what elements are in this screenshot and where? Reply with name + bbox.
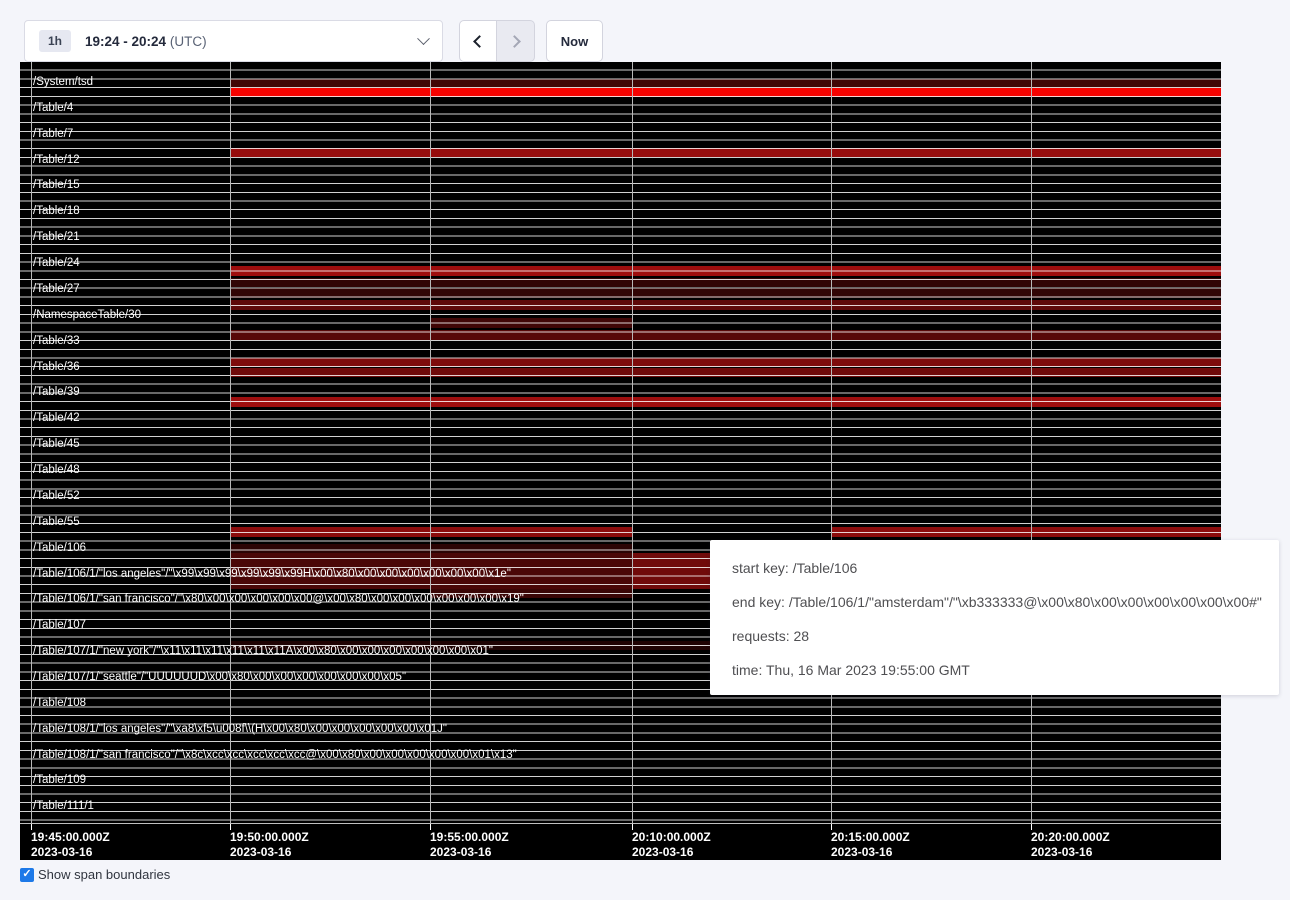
- x-axis-tick-label: 20:10:00.000Z2023-03-16: [632, 830, 711, 859]
- now-button[interactable]: Now: [546, 20, 603, 62]
- x-axis-tick-date: 2023-03-16: [1031, 845, 1110, 860]
- hover-tooltip: start key: /Table/106end key: /Table/106…: [710, 540, 1279, 695]
- row-label: /Table/7: [33, 128, 73, 140]
- check-icon: ✓: [22, 869, 31, 880]
- range-duration-badge: 1h: [39, 30, 71, 52]
- x-axis-tick-label: 19:50:00.000Z2023-03-16: [230, 830, 309, 859]
- x-axis-tick-label: 19:45:00.000Z2023-03-16: [31, 830, 110, 859]
- x-axis: 19:45:00.000Z2023-03-16 19:50:00.000Z2023…: [20, 823, 1221, 860]
- heatmap-plot[interactable]: /System/tsd/Table/4/Table/7/Table/12/Tab…: [20, 62, 1221, 823]
- tooltip-line: requests: 28: [732, 619, 1279, 653]
- next-interval-button[interactable]: [497, 20, 535, 62]
- row-label: /Table/27: [33, 283, 80, 295]
- x-axis-tick-date: 2023-03-16: [230, 845, 309, 860]
- row-label: /Table/48: [33, 464, 80, 476]
- tooltip-line: start key: /Table/106: [732, 551, 1279, 585]
- time-nav-group: [459, 20, 535, 62]
- row-label: /Table/36: [33, 361, 80, 373]
- chevron-down-icon: [417, 32, 430, 45]
- row-label: /Table/18: [33, 205, 80, 217]
- show-span-boundaries-checkbox[interactable]: ✓: [20, 868, 34, 882]
- chevron-left-icon: [473, 35, 486, 48]
- row-label: /Table/107/1/"seattle"/"UUUUUUD\x00\x80\…: [33, 671, 406, 683]
- row-label: /Table/33: [33, 335, 80, 347]
- tooltip-line: time: Thu, 16 Mar 2023 19:55:00 GMT: [732, 653, 1279, 687]
- row-label: /Table/106: [33, 542, 86, 554]
- time-range-picker[interactable]: 1h 19:24 - 20:24 (UTC): [24, 20, 443, 62]
- row-label: /Table/107: [33, 619, 86, 631]
- x-axis-tick-label: 20:20:00.000Z2023-03-16: [1031, 830, 1110, 859]
- x-axis-tick-date: 2023-03-16: [31, 845, 110, 860]
- x-axis-tick-label: 20:15:00.000Z2023-03-16: [831, 830, 910, 859]
- row-label: /Table/108/1/"los angeles"/"\xa8\xf5\u00…: [33, 723, 447, 735]
- row-labels-layer: /System/tsd/Table/4/Table/7/Table/12/Tab…: [20, 62, 1221, 823]
- row-label: /Table/12: [33, 154, 80, 166]
- row-label: /Table/106/1/"los angeles"/"\x99\x99\x99…: [33, 568, 511, 580]
- x-axis-tick-label: 19:55:00.000Z2023-03-16: [430, 830, 509, 859]
- row-label: /Table/107/1/"new york"/"\x11\x11\x11\x1…: [33, 645, 493, 657]
- row-label: /Table/42: [33, 412, 80, 424]
- row-label: /Table/39: [33, 386, 80, 398]
- tooltip-line: end key: /Table/106/1/"amsterdam"/"\xb33…: [732, 585, 1279, 619]
- row-label: /Table/24: [33, 257, 80, 269]
- row-label: /Table/111/1: [33, 800, 94, 812]
- prev-interval-button[interactable]: [459, 20, 497, 62]
- key-visualizer-heatmap[interactable]: /System/tsd/Table/4/Table/7/Table/12/Tab…: [20, 62, 1221, 860]
- row-label: /NamespaceTable/30: [33, 309, 141, 321]
- range-timezone: (UTC): [170, 34, 207, 49]
- range-value: 19:24 - 20:24: [85, 34, 166, 49]
- range-text: 19:24 - 20:24 (UTC): [85, 34, 207, 49]
- checkbox-label: Show span boundaries: [38, 867, 170, 882]
- chevron-right-icon: [508, 35, 521, 48]
- row-label: /Table/108/1/"san francisco"/"\x8c\xcc\x…: [33, 749, 517, 761]
- row-label: /Table/106/1/"san francisco"/"\x80\x00\x…: [33, 593, 524, 605]
- footer: ✓ Show span boundaries: [20, 867, 170, 882]
- x-axis-tick-date: 2023-03-16: [632, 845, 711, 860]
- x-axis-tick-date: 2023-03-16: [831, 845, 910, 860]
- row-label: /System/tsd: [33, 76, 93, 88]
- row-label: /Table/108: [33, 697, 86, 709]
- row-label: /Table/109: [33, 774, 86, 786]
- row-label: /Table/52: [33, 490, 80, 502]
- row-label: /Table/21: [33, 231, 80, 243]
- row-label: /Table/4: [33, 102, 73, 114]
- row-label: /Table/15: [33, 179, 80, 191]
- x-axis-tick-date: 2023-03-16: [430, 845, 509, 860]
- row-label: /Table/55: [33, 516, 80, 528]
- row-label: /Table/45: [33, 438, 80, 450]
